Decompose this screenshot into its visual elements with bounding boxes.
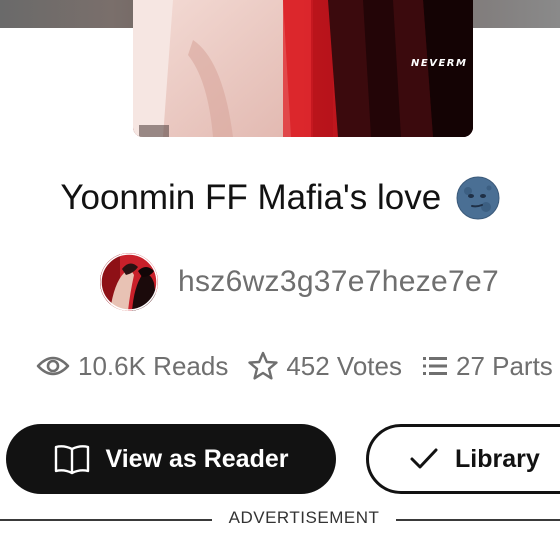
story-stats: 10.6K Reads 452 Votes 27 Parts: [36, 347, 553, 385]
eye-icon: [36, 356, 70, 376]
story-cover-image[interactable]: NEVERM: [133, 0, 473, 137]
open-book-icon: [54, 445, 89, 475]
votes-count: 452 Votes: [286, 350, 402, 381]
divider-line-right: [396, 519, 560, 521]
author-username[interactable]: hsz6wz3g37e7heze7e7: [178, 265, 499, 299]
story-title: Yoonmin FF Mafia's love: [60, 178, 442, 217]
reads-stat: 10.6K Reads: [36, 351, 228, 382]
list-icon: [422, 357, 447, 375]
advertisement-label: ADVERTISEMENT: [228, 508, 380, 527]
divider-line-left: [0, 519, 212, 521]
add-to-library-button[interactable]: Library: [366, 424, 560, 494]
new-moon-face-icon: [456, 176, 500, 220]
votes-stat: 452 Votes: [248, 351, 402, 382]
advertisement-divider: ADVERTISEMENT: [0, 508, 560, 532]
parts-count: 27 Parts: [455, 350, 553, 381]
story-title-row: Yoonmin FF Mafia's love: [0, 176, 560, 220]
checkmark-icon: [410, 448, 438, 469]
parts-stat: 27 Parts: [422, 351, 553, 382]
author-avatar[interactable]: [100, 253, 158, 311]
view-as-reader-label: View as Reader: [105, 444, 289, 473]
view-as-reader-button[interactable]: View as Reader: [6, 424, 336, 494]
cover-title-text: NEVERM: [411, 58, 468, 69]
star-icon: [248, 351, 279, 380]
reads-count: 10.6K Reads: [78, 350, 229, 381]
story-details-page: NEVERM Yoonmin FF Mafia's love hsz6wz3g3…: [0, 0, 560, 560]
library-label: Library: [455, 444, 540, 473]
author-row[interactable]: hsz6wz3g37e7heze7e7: [100, 253, 499, 311]
